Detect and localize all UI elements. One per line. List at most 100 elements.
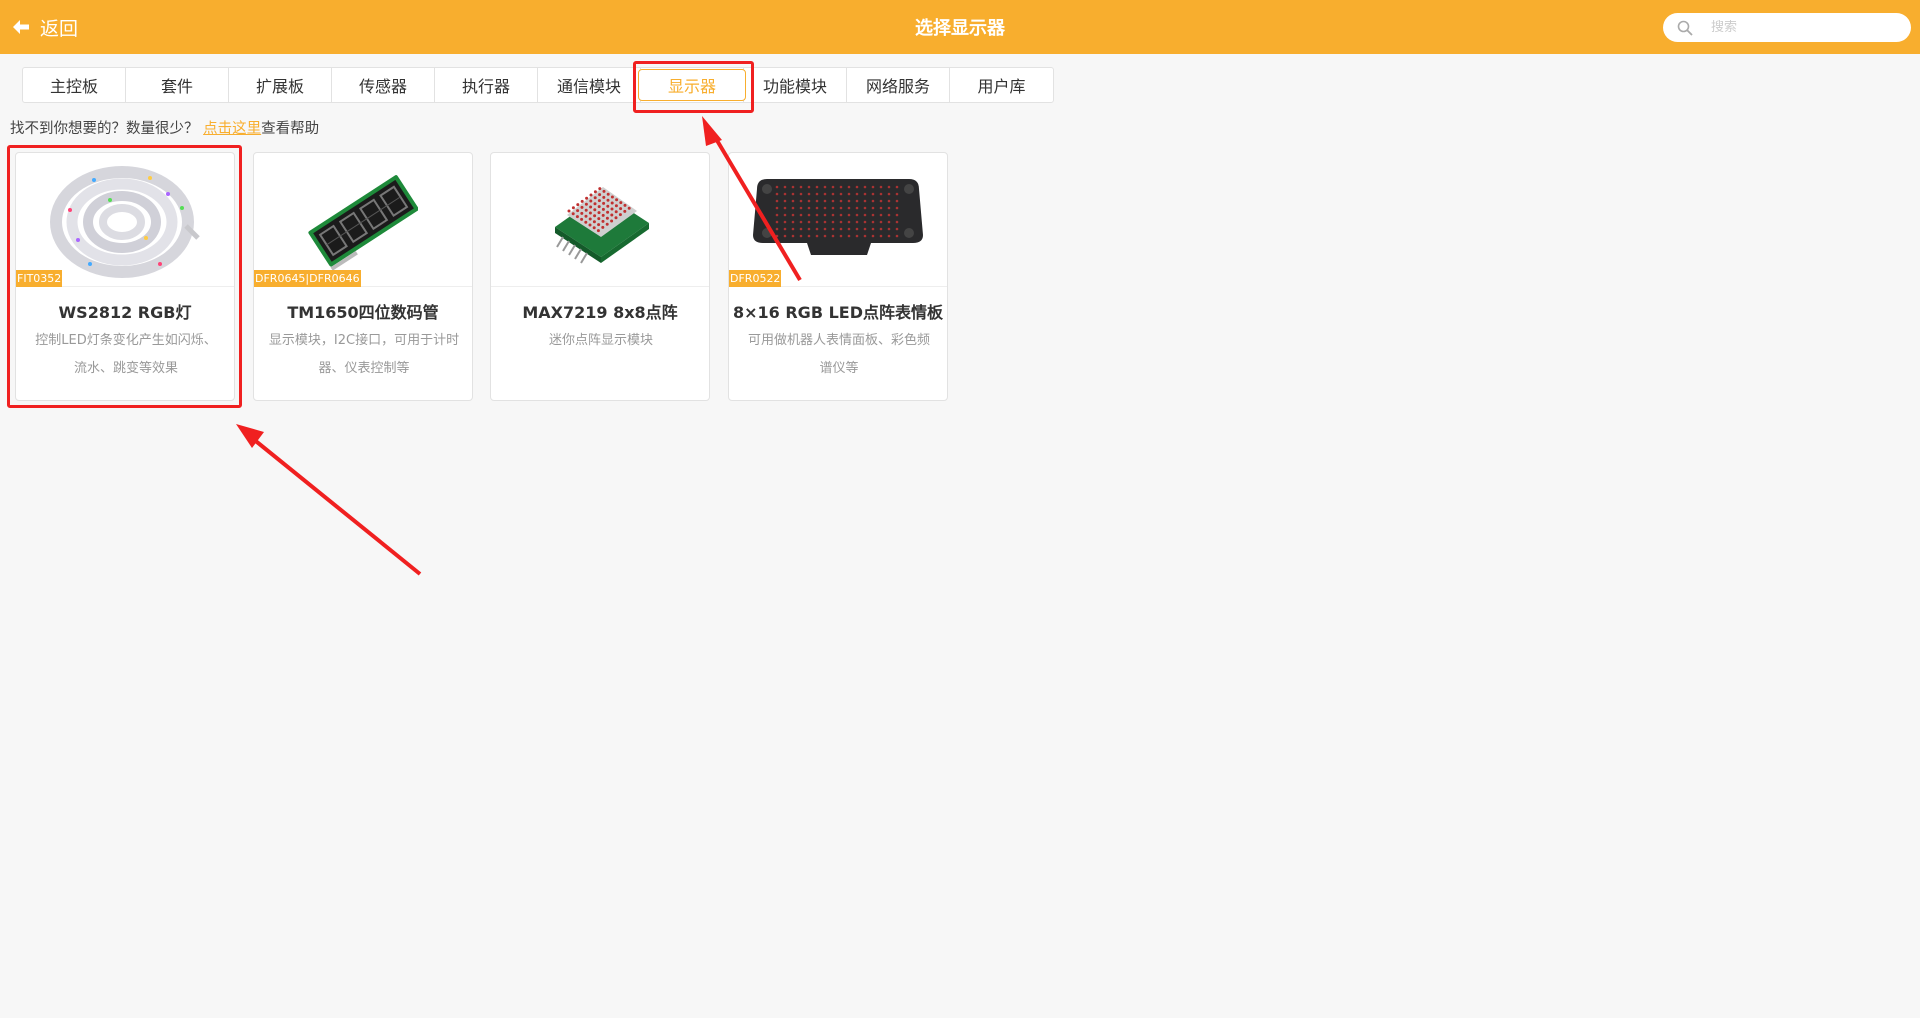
- panel-led-dot: [807, 227, 811, 230]
- panel-led-dot: [799, 234, 803, 237]
- page-title: 选择显示器: [915, 18, 1005, 39]
- panel-led-dot: [783, 192, 787, 195]
- top-bar: 返回 选择显示器: [0, 0, 1920, 54]
- matrix-dot: [615, 197, 619, 201]
- panel-led-dot: [823, 199, 827, 202]
- tab-kits[interactable]: 套件: [126, 68, 229, 102]
- search-input[interactable]: [1711, 20, 1901, 35]
- matrix-dot: [610, 195, 614, 198]
- panel-led-dot: [791, 234, 795, 237]
- matrix-dot: [597, 222, 601, 226]
- tab-communication[interactable]: 通信模块: [538, 68, 641, 102]
- panel-led-dot: [847, 227, 851, 230]
- panel-led-dot: [775, 220, 779, 223]
- matrix-dot: [593, 207, 597, 211]
- panel-led-dot: [879, 192, 883, 195]
- matrix-dot: [602, 195, 606, 199]
- matrix-dot: [588, 223, 592, 226]
- panel-led-dot: [775, 199, 779, 202]
- matrix-dot: [610, 219, 614, 222]
- panel-led-dot: [863, 206, 867, 209]
- tab-function-modules[interactable]: 功能模块: [744, 68, 847, 102]
- matrix-dot: [623, 203, 627, 207]
- matrix-dot: [593, 213, 597, 217]
- panel-led-dot: [823, 185, 827, 188]
- panel-led-dot: [895, 220, 899, 223]
- help-suffix: 查看帮助: [261, 121, 320, 137]
- tab-displays[interactable]: 显示器: [638, 68, 746, 102]
- matrix-dot: [597, 210, 601, 214]
- card-image: [254, 153, 472, 287]
- panel-led-dot: [895, 206, 899, 209]
- panel-led-dot: [831, 206, 835, 209]
- matrix-dot: [614, 203, 618, 207]
- panel-led-dot: [831, 192, 835, 195]
- panel-led-dot: [839, 227, 843, 230]
- panel-led-dot: [887, 213, 891, 216]
- matrix-dot: [598, 186, 602, 190]
- tab-expansion-board[interactable]: 扩展板: [229, 68, 332, 102]
- panel-led-dot: [863, 199, 867, 202]
- dot-matrix-image: [555, 186, 649, 264]
- matrix-dot: [601, 219, 605, 223]
- tab-sensors[interactable]: 传感器: [332, 68, 435, 102]
- panel-led-dot: [847, 199, 851, 202]
- tab-label: 扩展板: [255, 77, 304, 96]
- panel-led-dot: [831, 220, 835, 223]
- matrix-dot: [571, 211, 575, 215]
- panel-led-dot: [863, 192, 867, 195]
- matrix-dot: [605, 216, 609, 220]
- panel-led-dot: [799, 206, 803, 209]
- panel-led-dot: [791, 185, 795, 188]
- panel-led-dot: [839, 220, 843, 223]
- tab-network-services[interactable]: 网络服务: [847, 68, 950, 102]
- panel-led-dot: [863, 220, 867, 223]
- device-card-max7219[interactable]: MAX7219 8x8点阵 迷你点阵显示模块: [490, 152, 710, 401]
- tab-label: 显示器: [667, 77, 716, 96]
- matrix-dot: [576, 202, 580, 206]
- matrix-dot: [584, 220, 588, 224]
- card-title: TM1650四位数码管: [287, 303, 439, 322]
- matrix-dot: [602, 189, 606, 193]
- device-card-ws2812[interactable]: FIT0352 WS2812 RGB灯 控制LED灯条变化产生如闪烁、流水、跳变…: [15, 152, 235, 401]
- panel-led-dot: [895, 227, 899, 230]
- panel-led-dot: [775, 213, 779, 216]
- panel-led-dot: [863, 185, 867, 188]
- help-prefix: 找不到你想要的？数量很少？: [10, 121, 204, 137]
- panel-led-dot: [855, 227, 859, 230]
- device-card-dfr0522[interactable]: DFR0522 8×16 RGB LED点阵表情板 可用做机器人表情面板、彩色频…: [728, 152, 948, 401]
- led-expression-panel-image: [753, 178, 923, 255]
- matrix-dot: [619, 206, 623, 210]
- panel-led-dot: [799, 185, 803, 188]
- panel-led-dot: [799, 227, 803, 230]
- tab-main-board[interactable]: 主控板: [23, 68, 126, 102]
- panel-led-dot: [839, 213, 843, 216]
- panel-led-dot: [791, 213, 795, 216]
- matrix-dot: [584, 208, 588, 212]
- tab-user-library[interactable]: 用户库: [950, 68, 1053, 102]
- matrix-dot: [619, 200, 623, 204]
- tab-label: 执行器: [461, 77, 510, 96]
- product-code-badge: FIT0352: [16, 270, 63, 287]
- panel-led-dot: [855, 199, 859, 202]
- panel-led-dot: [839, 234, 843, 237]
- card-image: [491, 153, 709, 287]
- panel-led-dot: [879, 199, 883, 202]
- panel-led-dot: [871, 213, 875, 216]
- panel-led-dot: [807, 192, 811, 195]
- device-card-tm1650[interactable]: DFR0645|DFR0646 TM1650四位数码管 显示模块，I2C接口，可…: [253, 152, 473, 401]
- matrix-dot: [601, 213, 605, 217]
- tab-label: 传感器: [358, 77, 407, 96]
- panel-led-dot: [871, 199, 875, 202]
- panel-led-dot: [887, 192, 891, 195]
- matrix-dot: [584, 202, 588, 206]
- search-box[interactable]: [1663, 13, 1911, 42]
- category-tabs: 主控板 套件 扩展板 传感器 执行器 通信模块 显示器 功能模块 网络服务 用户…: [22, 67, 1054, 103]
- tab-actuators[interactable]: 执行器: [435, 68, 538, 102]
- matrix-dot: [606, 210, 610, 214]
- panel-led-dot: [895, 199, 899, 202]
- matrix-dot: [618, 212, 622, 216]
- panel-led-dot: [807, 206, 811, 209]
- matrix-dot: [589, 199, 593, 202]
- help-link[interactable]: 点击这里: [203, 121, 261, 137]
